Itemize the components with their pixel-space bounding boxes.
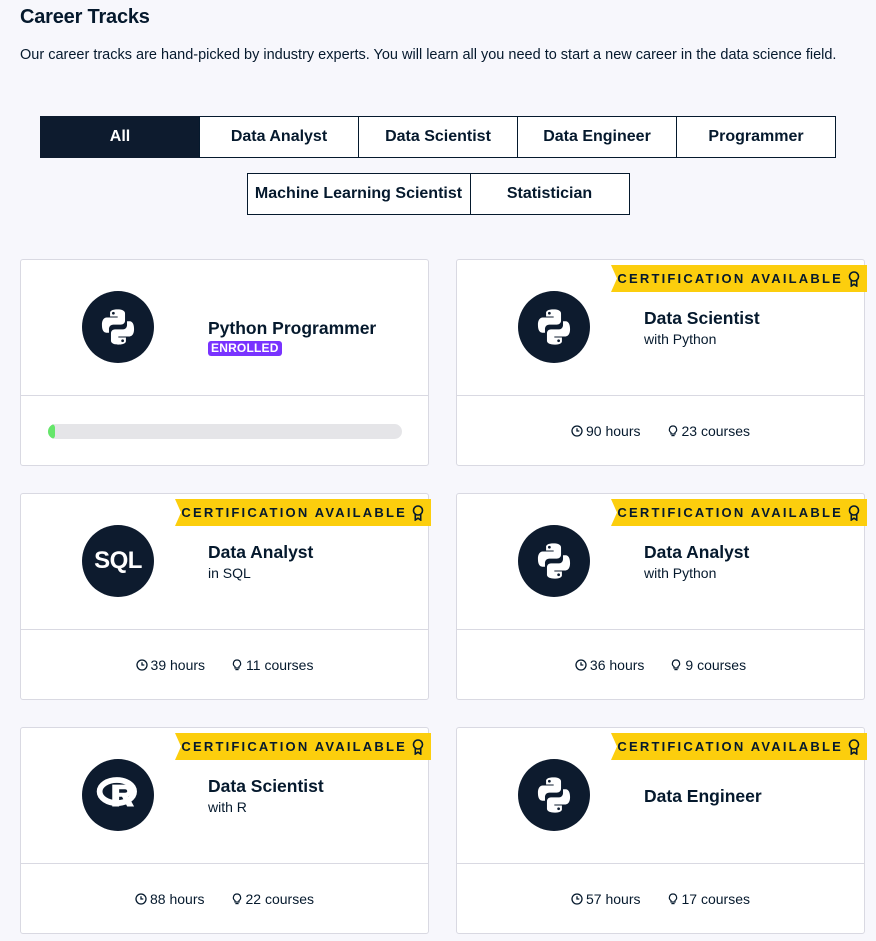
track-card-data-engineer[interactable]: CERTIFICATION AVAILABLE Data Engineer 57…	[456, 727, 867, 934]
track-subtitle: with R	[208, 799, 247, 815]
courses-value: 22 courses	[245, 891, 314, 907]
filter-data-scientist-button[interactable]: Data Scientist	[358, 116, 518, 158]
courses-stat: 23 courses	[667, 423, 750, 439]
filter-machine-learning-scientist-button[interactable]: Machine Learning Scientist	[246, 173, 471, 215]
sql-logo-text: SQL	[94, 547, 142, 574]
page-title: Career Tracks	[20, 6, 150, 28]
track-card-data-analyst-sql[interactable]: CERTIFICATION AVAILABLE SQL Data Analyst…	[20, 493, 431, 700]
card-header: Data Engineer	[457, 728, 864, 864]
card-footer: 36 hours 9 courses	[457, 630, 864, 700]
hours-value: 90 hours	[586, 423, 641, 439]
filter-all-button[interactable]: All	[40, 116, 200, 158]
card-footer: 90 hours 23 courses	[457, 396, 864, 466]
title-block: Data Analyst in SQL	[208, 541, 313, 583]
track-card-python-programmer[interactable]: Python Programmer ENROLLED	[20, 259, 429, 466]
title-block: Data Analyst with Python	[644, 541, 749, 583]
courses-value: 17 courses	[681, 891, 750, 907]
title-block: Python Programmer ENROLLED	[208, 317, 376, 357]
filter-programmer-button[interactable]: Programmer	[676, 116, 836, 158]
filter-data-analyst-button[interactable]: Data Analyst	[199, 116, 359, 158]
page-description: Our career tracks are hand-picked by ind…	[20, 47, 837, 63]
track-subtitle: with Python	[644, 331, 717, 347]
hours-stat: 36 hours	[575, 657, 644, 673]
card-header: Data Scientist with Python	[457, 260, 864, 396]
track-stats: 57 hours 17 courses	[457, 864, 864, 934]
hours-value: 57 hours	[586, 891, 641, 907]
track-subtitle: in SQL	[208, 565, 251, 581]
track-card-data-analyst-python[interactable]: CERTIFICATION AVAILABLE Data Analyst wit…	[456, 493, 867, 700]
track-title: Data Analyst	[208, 542, 314, 562]
filter-row-2: Machine Learning Scientist Statistician	[0, 173, 876, 215]
title-block: Data Scientist with Python	[644, 307, 760, 349]
card-footer: 57 hours 17 courses	[457, 864, 864, 934]
hours-value: 36 hours	[589, 657, 645, 673]
courses-stat: 11 courses	[231, 657, 313, 673]
track-card-data-scientist-python[interactable]: CERTIFICATION AVAILABLE Data Scientist w…	[456, 259, 867, 466]
card-header: SQL Data Analyst in SQL	[21, 494, 428, 630]
clock-icon	[136, 659, 148, 671]
track-stats: 36 hours 9 courses	[457, 630, 864, 700]
progress-bar	[48, 424, 402, 439]
clock-icon	[575, 659, 587, 671]
python-logo-icon	[518, 291, 590, 363]
track-filter-bar: All Data Analyst Data Scientist Data Eng…	[0, 116, 876, 215]
hours-stat: 39 hours	[136, 657, 205, 673]
hours-value: 88 hours	[150, 891, 205, 907]
card-header: Data Scientist with R	[21, 728, 428, 864]
track-title: Data Scientist	[208, 776, 324, 796]
filter-data-engineer-button[interactable]: Data Engineer	[517, 116, 677, 158]
courses-stat: 22 courses	[231, 891, 314, 907]
title-block: Data Scientist with R	[208, 775, 324, 817]
r-logo-icon	[82, 759, 154, 831]
lightbulb-icon	[667, 425, 679, 437]
track-title: Data Engineer	[644, 786, 762, 806]
lightbulb-icon	[667, 893, 679, 905]
track-title: Python Programmer	[208, 318, 377, 338]
courses-value: 9 courses	[685, 657, 747, 673]
card-header: Python Programmer ENROLLED	[21, 260, 428, 396]
enrolled-badge: ENROLLED	[208, 341, 282, 356]
track-card-data-scientist-r[interactable]: CERTIFICATION AVAILABLE Data Scientist w…	[20, 727, 431, 934]
lightbulb-icon	[231, 893, 243, 905]
courses-value: 11 courses	[246, 657, 314, 673]
card-header: Data Analyst with Python	[457, 494, 864, 630]
clock-icon	[135, 893, 147, 905]
filter-statistician-button[interactable]: Statistician	[469, 173, 630, 215]
card-footer: 39 hours 11 courses	[21, 630, 428, 700]
python-logo-icon	[82, 291, 154, 363]
track-stats: 88 hours 22 courses	[21, 864, 428, 934]
track-stats: 90 hours 23 courses	[457, 396, 864, 466]
hours-value: 39 hours	[150, 657, 206, 673]
title-block: Data Engineer	[644, 785, 762, 807]
lightbulb-icon	[670, 659, 682, 671]
track-title: Data Analyst	[644, 542, 750, 562]
lightbulb-icon	[231, 659, 243, 671]
hours-stat: 57 hours	[571, 891, 641, 907]
card-footer	[21, 396, 428, 466]
clock-icon	[571, 425, 583, 437]
track-subtitle: with Python	[644, 565, 717, 581]
courses-stat: 9 courses	[670, 657, 746, 673]
courses-stat: 17 courses	[667, 891, 750, 907]
python-logo-icon	[518, 759, 590, 831]
hours-stat: 88 hours	[135, 891, 205, 907]
courses-value: 23 courses	[681, 423, 750, 439]
track-title: Data Scientist	[644, 308, 760, 328]
card-footer: 88 hours 22 courses	[21, 864, 428, 934]
clock-icon	[571, 893, 583, 905]
python-logo-icon	[518, 525, 590, 597]
hours-stat: 90 hours	[571, 423, 641, 439]
sql-logo-icon: SQL	[82, 525, 154, 597]
progress-bar-fill	[48, 424, 56, 439]
track-stats: 39 hours 11 courses	[21, 630, 428, 700]
filter-row-1: All Data Analyst Data Scientist Data Eng…	[0, 116, 876, 158]
